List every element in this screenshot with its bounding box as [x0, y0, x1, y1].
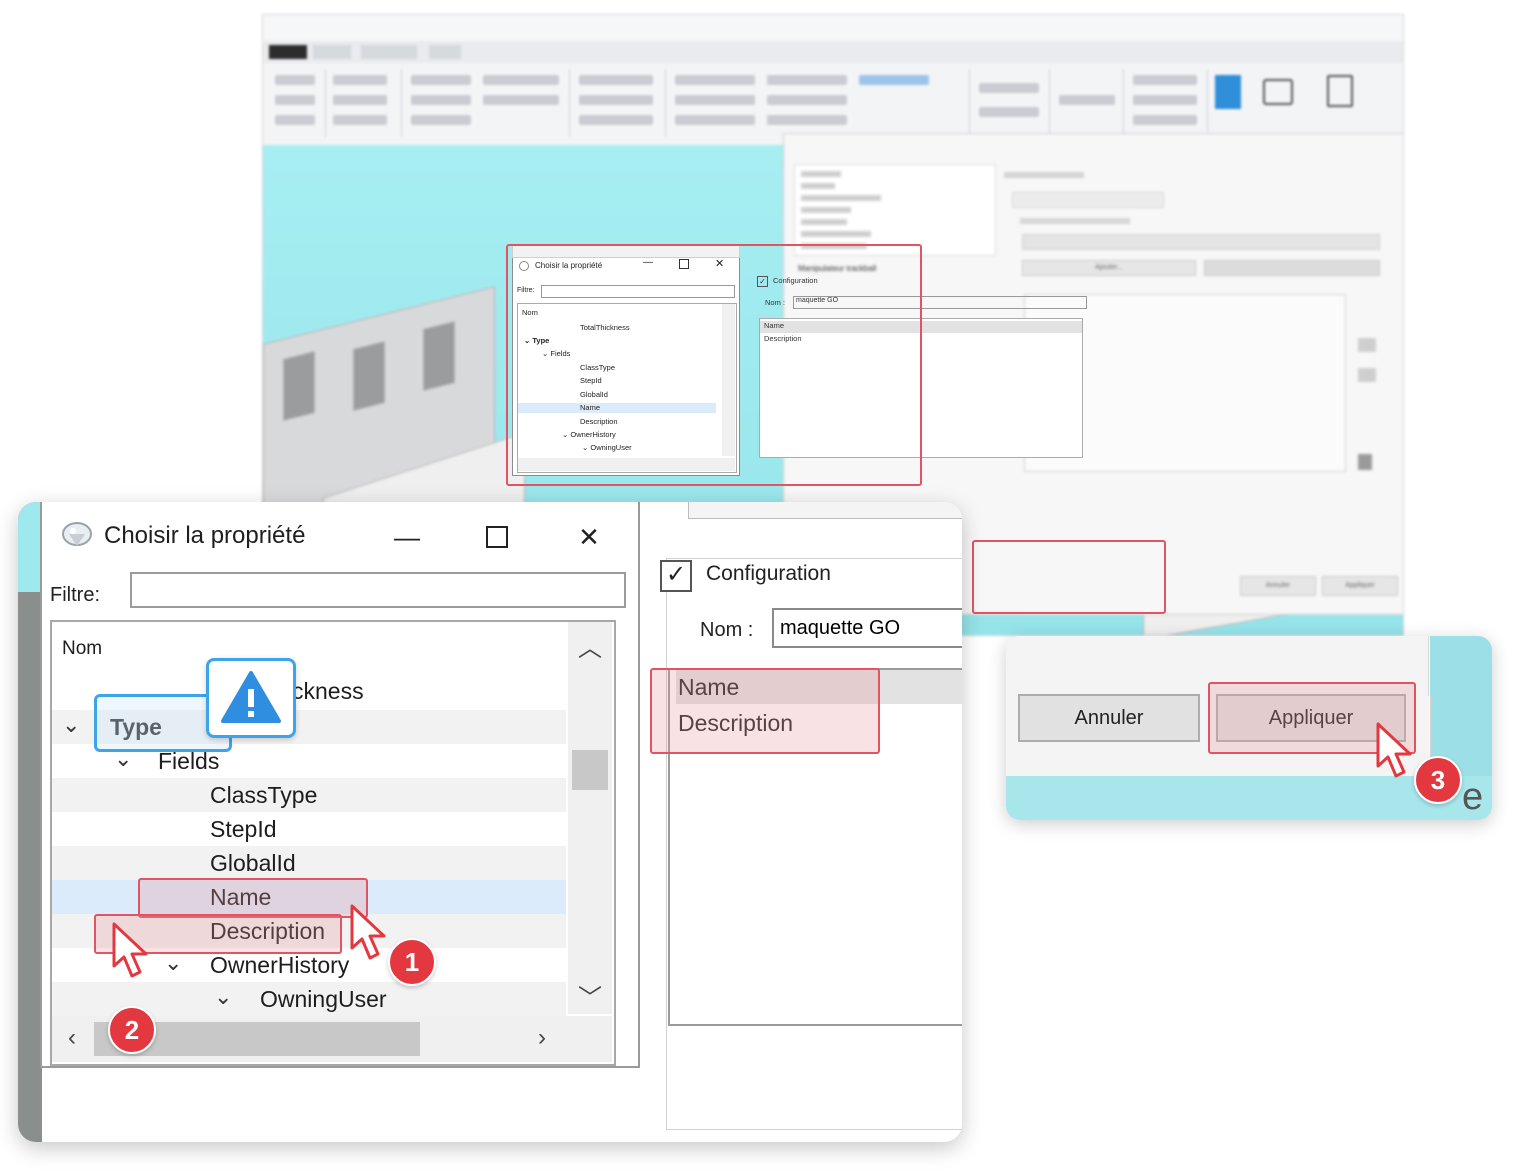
- property-chooser-dialog: Choisir la propriété — ✕ Filtre: Nom ckn…: [40, 502, 640, 1068]
- tree-row-label: ckness: [292, 678, 364, 704]
- cursor-icon: [1376, 722, 1412, 778]
- filter-label: Filtre:: [50, 584, 100, 606]
- step-badge-2: 2: [108, 1006, 156, 1054]
- tree-row-label: GlobalId: [210, 850, 296, 876]
- configuration-label: Configuration: [702, 562, 835, 586]
- chevron-down-icon[interactable]: ⌄: [214, 984, 232, 1010]
- minimize-button[interactable]: —: [384, 518, 430, 556]
- nom-label: Nom :: [700, 619, 754, 641]
- chevron-down-icon[interactable]: ⌄: [62, 712, 80, 738]
- tree-row-stepid[interactable]: StepId: [52, 812, 566, 846]
- scroll-up-icon[interactable]: ︿: [570, 628, 610, 663]
- cursor-icon: [112, 922, 148, 978]
- highlight-selected-list: [650, 668, 880, 754]
- highlight-frame-dialog: [506, 244, 922, 486]
- ribbon-group: [667, 69, 970, 137]
- partial-letter: e: [1462, 776, 1484, 818]
- settings-icon[interactable]: [1327, 75, 1353, 107]
- preferences-category-list: [794, 164, 996, 256]
- remove-icon[interactable]: [1358, 368, 1376, 382]
- dialog-titlebar: Choisir la propriété — ✕: [42, 502, 638, 568]
- ribbon-group: [571, 69, 666, 137]
- ribbon-group: [1051, 69, 1124, 137]
- warning-callout: [206, 658, 296, 738]
- highlight-name-row: [138, 878, 368, 918]
- step-badge-1: 1: [388, 938, 436, 986]
- tree-row-classtype[interactable]: ClassType: [52, 778, 566, 812]
- ribbon-group: [971, 69, 1050, 137]
- cancel-button[interactable]: Annuler: [1018, 694, 1200, 742]
- close-button[interactable]: ✕: [566, 518, 612, 556]
- app-titlebar: [263, 15, 1403, 42]
- viewport-strip: [18, 502, 42, 1142]
- tree-row-label: Fields: [158, 748, 220, 774]
- mini-apply-button[interactable]: Appliquer: [1322, 576, 1398, 596]
- monitor-icon[interactable]: [1263, 79, 1293, 105]
- tree-row-label: OwningUser: [260, 986, 387, 1012]
- tree-row-label: StepId: [210, 816, 277, 842]
- scroll-down-icon[interactable]: ﹀: [570, 978, 610, 1013]
- app-menubar: [263, 41, 1403, 63]
- column-header-nom: Nom: [62, 638, 103, 659]
- configuration-pane: ✓ Configuration Nom : Name Description: [644, 502, 962, 1142]
- scroll-left-icon[interactable]: ‹: [52, 1024, 92, 1052]
- ribbon-group: [1125, 69, 1208, 137]
- maximize-button[interactable]: [474, 518, 520, 556]
- menu-item[interactable]: [429, 45, 461, 59]
- scroll-thumb[interactable]: [572, 750, 608, 790]
- ribbon-group: [269, 69, 326, 137]
- delete-config-button[interactable]: [1204, 260, 1380, 276]
- configuration-checkbox[interactable]: ✓: [660, 560, 692, 592]
- menu-item[interactable]: [313, 45, 351, 59]
- tree-header: Nom: [52, 634, 566, 668]
- mini-cancel-button[interactable]: Annuler: [1240, 576, 1316, 596]
- step-badge-3: 3: [1414, 756, 1462, 804]
- warning-icon: [221, 671, 281, 723]
- cursor-icon: [350, 904, 386, 960]
- app-logo-icon: [1215, 75, 1241, 109]
- add-icon[interactable]: [1358, 338, 1376, 352]
- zoom-panel-chooser: Choisir la propriété — ✕ Filtre: Nom ckn…: [18, 502, 962, 1142]
- ribbon-group: [327, 69, 402, 137]
- maximize-icon: [486, 526, 508, 548]
- trash-icon[interactable]: [1358, 454, 1372, 470]
- vertical-scrollbar[interactable]: ︿ ﹀: [568, 622, 612, 1014]
- property-tree[interactable]: Nom ckness ⌄ Type ⌄ Fields ClassType Ste…: [50, 620, 616, 1066]
- nom-input[interactable]: [772, 608, 962, 648]
- menu-file[interactable]: [269, 45, 307, 59]
- ribbon-group: [403, 69, 570, 137]
- dialog-title: Choisir la propriété: [104, 522, 306, 549]
- menu-item[interactable]: [361, 45, 417, 59]
- scroll-right-icon[interactable]: ›: [522, 1024, 562, 1052]
- filter-input[interactable]: [130, 572, 626, 608]
- tree-row-label: ClassType: [210, 782, 318, 808]
- app-icon: [62, 522, 92, 546]
- tree-row-label: OwnerHistory: [210, 952, 350, 978]
- tree-row-globalid[interactable]: GlobalId: [52, 846, 566, 880]
- highlight-frame-buttons: [972, 540, 1166, 614]
